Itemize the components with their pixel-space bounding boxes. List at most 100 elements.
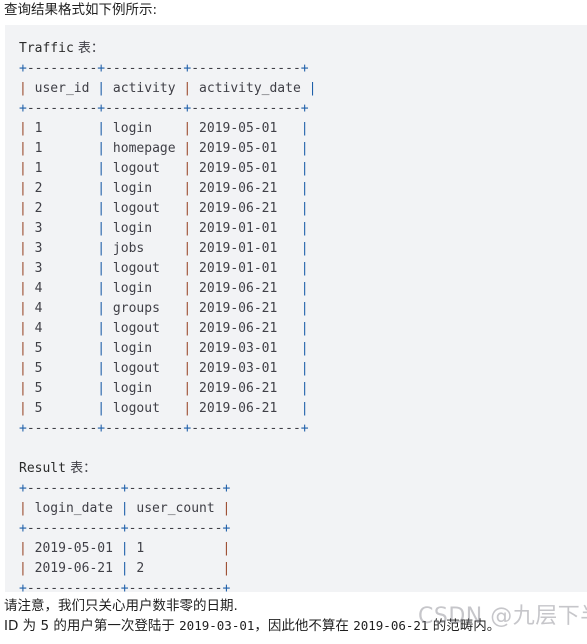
code-spacer xyxy=(19,439,587,459)
table-pipe-glyph: | xyxy=(183,301,192,316)
table-corner-glyph: + xyxy=(19,521,27,536)
table-pipe-glyph: | xyxy=(300,321,309,336)
table-pipe-glyph: | xyxy=(97,261,106,276)
result-rule-top: +------------+------------+ xyxy=(19,481,231,496)
table-pipe-glyph: | xyxy=(300,261,309,276)
table-pipe-glyph: | xyxy=(97,181,106,196)
table-pipe-glyph: | xyxy=(300,121,309,136)
table-corner-glyph: + xyxy=(120,481,129,496)
table-pipe-glyph: | xyxy=(97,81,106,96)
table-pipe-glyph: | xyxy=(300,241,309,256)
table-pipe-glyph: | xyxy=(222,501,231,516)
table-corner-glyph: + xyxy=(300,61,309,76)
table-pipe-glyph: | xyxy=(97,161,106,176)
page-root: 查询结果格式如下例所示: Traffic 表： +---------+-----… xyxy=(0,0,587,644)
table-pipe-glyph: | xyxy=(183,141,192,156)
table-pipe-glyph: | xyxy=(300,361,309,376)
table-row: | 4 | logout | 2019-06-21 | xyxy=(19,321,309,336)
table-corner-glyph: + xyxy=(183,101,192,116)
table-pipe-glyph: | xyxy=(183,121,192,136)
table-pipe-glyph: | xyxy=(300,401,309,416)
note-line-1: 请注意，我们只关心用户数非零的日期. xyxy=(4,598,238,614)
table-pipe-glyph: | xyxy=(183,361,192,376)
table-pipe-glyph: | xyxy=(19,261,27,276)
code-block: Traffic 表： +---------+----------+-------… xyxy=(5,25,587,592)
table-corner-glyph: + xyxy=(97,101,106,116)
table-corner-glyph: + xyxy=(19,481,27,496)
table-corner-glyph: + xyxy=(222,581,231,592)
table-pipe-glyph: | xyxy=(97,341,106,356)
table-row: | 2 | logout | 2019-06-21 | xyxy=(19,201,309,216)
table-pipe-glyph: | xyxy=(222,541,231,556)
traffic-header-row: | user_id | activity | activity_date | xyxy=(19,81,317,96)
table-corner-glyph: + xyxy=(300,101,309,116)
table-pipe-glyph: | xyxy=(300,181,309,196)
table-pipe-glyph: | xyxy=(300,381,309,396)
table-corner-glyph: + xyxy=(19,101,27,116)
table-pipe-glyph: | xyxy=(19,361,27,376)
table-pipe-glyph: | xyxy=(97,221,106,236)
table-pipe-glyph: | xyxy=(183,221,192,236)
table-pipe-glyph: | xyxy=(19,281,27,296)
result-rule-mid: +------------+------------+ xyxy=(19,521,231,536)
table-row: | 1 | login | 2019-05-01 | xyxy=(19,121,309,136)
table-row: | 5 | logout | 2019-06-21 | xyxy=(19,401,309,416)
table-row: | 3 | login | 2019-01-01 | xyxy=(19,221,309,236)
table-pipe-glyph: | xyxy=(19,401,27,416)
table-pipe-glyph: | xyxy=(19,201,27,216)
table-pipe-glyph: | xyxy=(120,501,129,516)
traffic-rule-top: +---------+----------+--------------+ xyxy=(19,61,309,76)
table-pipe-glyph: | xyxy=(222,561,231,576)
table-pipe-glyph: | xyxy=(183,261,192,276)
table-pipe-glyph: | xyxy=(19,161,27,176)
table-corner-glyph: + xyxy=(97,421,106,436)
table-pipe-glyph: | xyxy=(300,301,309,316)
table-corner-glyph: + xyxy=(120,521,129,536)
table-pipe-glyph: | xyxy=(19,141,27,156)
table-pipe-glyph: | xyxy=(19,241,27,256)
traffic-title-label: Traffic xyxy=(19,41,74,56)
table-pipe-glyph: | xyxy=(19,501,27,516)
table-pipe-glyph: | xyxy=(97,321,106,336)
table-corner-glyph: + xyxy=(19,61,27,76)
table-corner-glyph: + xyxy=(222,481,231,496)
table-row: | 1 | logout | 2019-05-01 | xyxy=(19,161,309,176)
table-pipe-glyph: | xyxy=(19,381,27,396)
table-pipe-glyph: | xyxy=(183,81,192,96)
table-corner-glyph: + xyxy=(300,421,309,436)
table-corner-glyph: + xyxy=(222,521,231,536)
table-pipe-glyph: | xyxy=(183,201,192,216)
traffic-rule-bottom: +---------+----------+--------------+ xyxy=(19,421,309,436)
table-pipe-glyph: | xyxy=(183,161,192,176)
table-row: | 1 | homepage | 2019-05-01 | xyxy=(19,141,309,156)
table-pipe-glyph: | xyxy=(300,221,309,236)
table-pipe-glyph: | xyxy=(300,161,309,176)
table-corner-glyph: + xyxy=(97,61,106,76)
table-corner-glyph: + xyxy=(120,581,129,592)
table-row: | 2019-05-01 | 1 | xyxy=(19,541,231,556)
table-pipe-glyph: | xyxy=(97,401,106,416)
table-pipe-glyph: | xyxy=(97,361,106,376)
table-pipe-glyph: | xyxy=(300,201,309,216)
result-title-label: Result xyxy=(19,461,66,476)
table-row: | 3 | logout | 2019-01-01 | xyxy=(19,261,309,276)
table-row: | 3 | jobs | 2019-01-01 | xyxy=(19,241,309,256)
table-pipe-glyph: | xyxy=(308,81,317,96)
table-pipe-glyph: | xyxy=(183,341,192,356)
table-pipe-glyph: | xyxy=(183,241,192,256)
table-pipe-glyph: | xyxy=(183,321,192,336)
result-rule-bottom: +------------+------------+ xyxy=(19,579,587,592)
table-corner-glyph: + xyxy=(19,581,27,592)
table-corner-glyph: + xyxy=(19,421,27,436)
table-pipe-glyph: | xyxy=(97,201,106,216)
note-line-2-middle: ，因此他不算在 xyxy=(254,618,354,634)
table-pipe-glyph: | xyxy=(97,121,106,136)
note-line-2-date-first: 2019-03-01 xyxy=(179,618,255,633)
table-row: | 5 | login | 2019-06-21 | xyxy=(19,381,309,396)
table-pipe-glyph: | xyxy=(19,181,27,196)
table-row: | 2019-06-21 | 2 | xyxy=(19,561,231,576)
table-pipe-glyph: | xyxy=(19,81,27,96)
footer-notes: 请注意，我们只关心用户数非零的日期. ID 为 5 的用户第一次登陆于 2019… xyxy=(4,596,587,636)
table-pipe-glyph: | xyxy=(183,381,192,396)
note-line-2-suffix: 的范畴内。 xyxy=(428,618,501,634)
